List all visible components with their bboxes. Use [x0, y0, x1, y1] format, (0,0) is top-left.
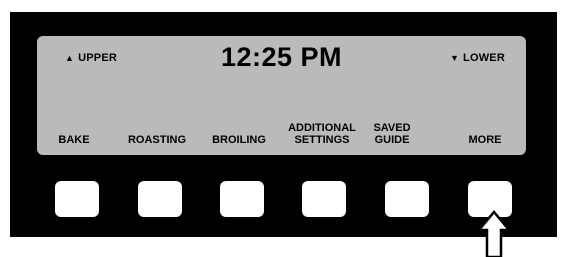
lcd-display: ▲ UPPER 12:25 PM ▼ LOWER BAKE ROASTING B… — [37, 36, 526, 155]
lower-oven-label: LOWER — [463, 52, 505, 64]
softkey-label-broiling: BROILING — [198, 134, 280, 146]
softkey-line2: BROILING — [212, 134, 266, 146]
softkey-label-more: MORE — [444, 134, 526, 146]
softkey-line2: GUIDE — [374, 134, 410, 146]
softkey-line1: SAVED — [373, 122, 411, 134]
up-arrow-icon — [476, 210, 512, 257]
softkey-line2: ROASTING — [127, 134, 187, 146]
saved-guide-button[interactable] — [385, 181, 429, 217]
softkey-line2: MORE — [468, 134, 502, 146]
softkey-line2: BAKE — [58, 134, 90, 146]
lower-oven-indicator[interactable]: ▼ LOWER — [450, 52, 505, 64]
softkey-label-roasting: ROASTING — [116, 134, 198, 146]
softkey-label-bake: BAKE — [33, 134, 115, 146]
roasting-button[interactable] — [138, 181, 182, 217]
softkey-label-saved-guide: SAVED GUIDE — [351, 122, 433, 146]
triangle-down-icon: ▼ — [449, 52, 460, 63]
bake-button[interactable] — [55, 181, 99, 217]
additional-settings-button[interactable] — [302, 181, 346, 217]
broiling-button[interactable] — [220, 181, 264, 217]
